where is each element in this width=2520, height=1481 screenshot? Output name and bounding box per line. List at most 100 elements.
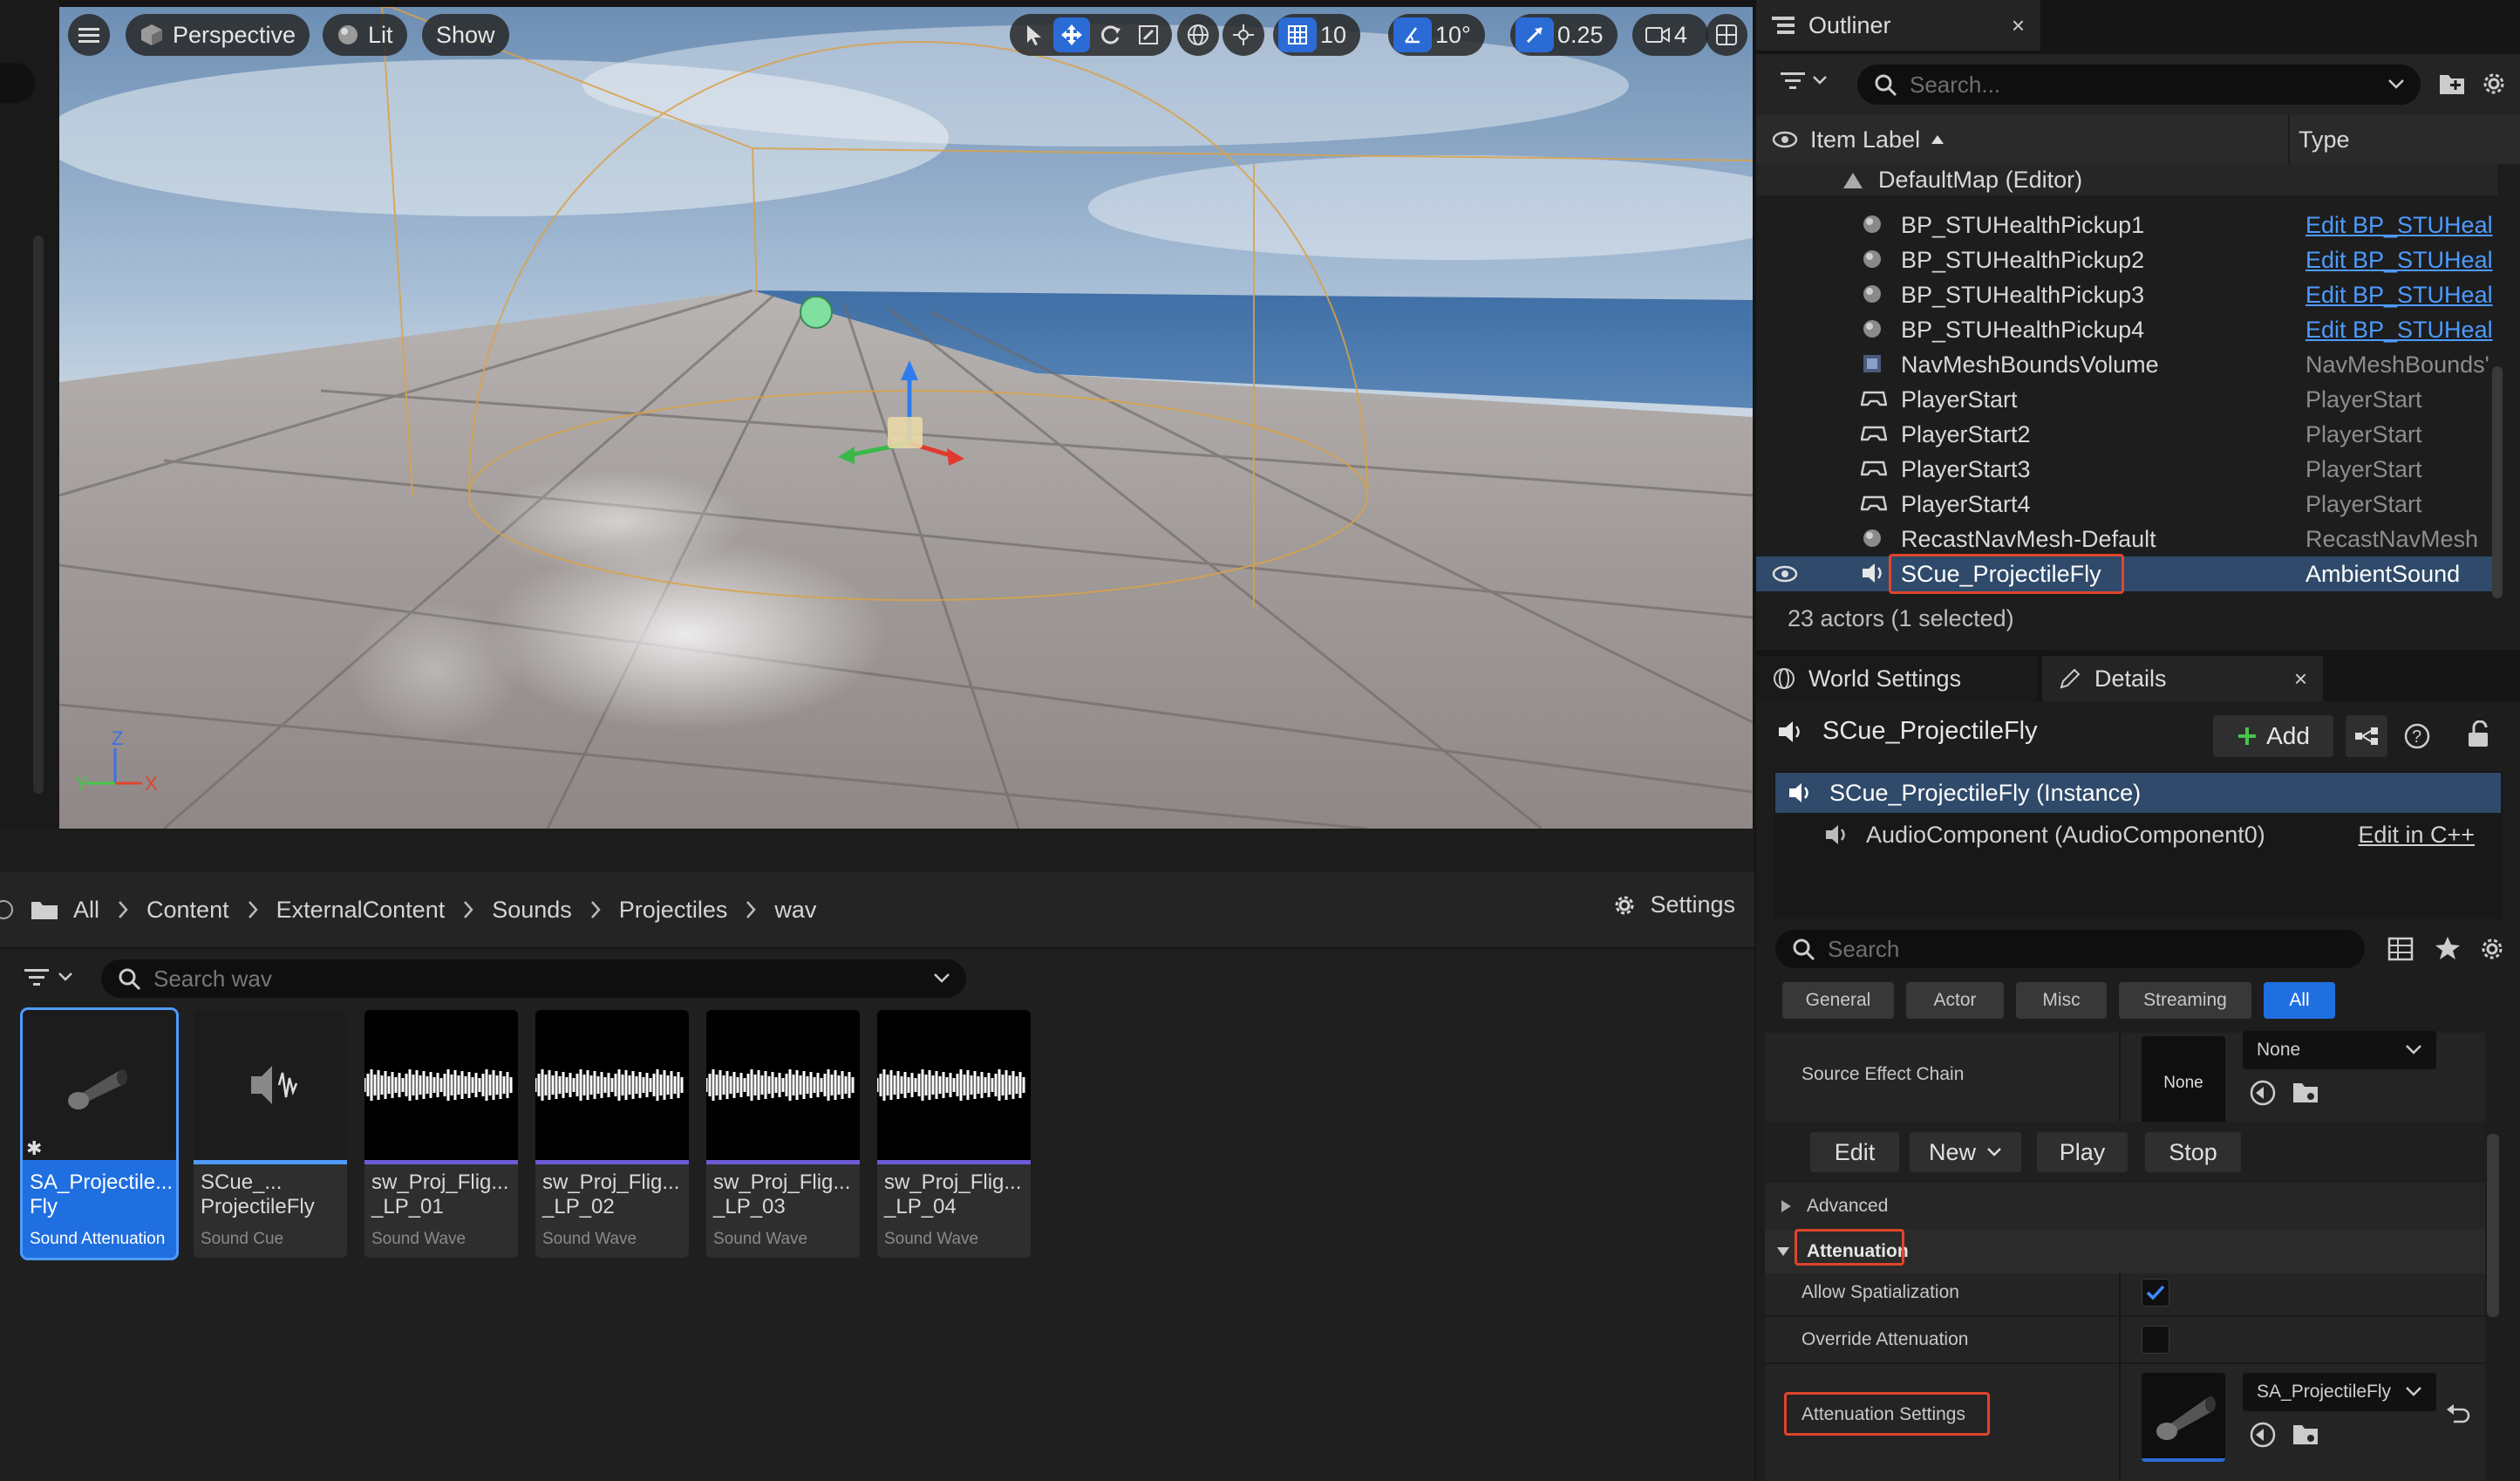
eye-icon[interactable]	[1772, 565, 1798, 583]
asset-tile[interactable]: ✱ SA_Projectile... Fly Sound Attenuation	[20, 1007, 179, 1260]
scale-snap-value[interactable]: 0.25	[1556, 22, 1612, 49]
asset-tile[interactable]: SCue_... ProjectileFly Sound Cue	[194, 1010, 347, 1258]
outliner-root-row[interactable]: DefaultMap (Editor)	[1756, 164, 2497, 195]
breadcrumb-separator-icon[interactable]	[589, 900, 602, 919]
close-icon[interactable]: ×	[2294, 665, 2307, 693]
tab-world-settings[interactable]: World Settings	[1756, 656, 2037, 701]
lock-button[interactable]	[2466, 720, 2492, 748]
collapsed-panel-tab[interactable]	[0, 63, 35, 103]
content-settings-button[interactable]: Settings	[1611, 891, 1735, 918]
attenuation-asset-thumbnail[interactable]	[2142, 1373, 2225, 1462]
grid-snap-toggle[interactable]	[1278, 17, 1317, 52]
allow-spatialization-checkbox[interactable]	[2142, 1279, 2169, 1307]
rotation-snap-toggle[interactable]	[1393, 17, 1432, 52]
category-tab[interactable]: General	[1782, 982, 1894, 1019]
use-selected-button[interactable]	[2248, 1420, 2278, 1450]
details-scrollbar[interactable]	[2487, 1134, 2499, 1317]
asset-tile[interactable]: sw_Proj_Flig... _LP_01 Sound Wave	[364, 1010, 518, 1258]
new-sound-button[interactable]: New	[1910, 1132, 2021, 1172]
edit-sound-button[interactable]: Edit	[1810, 1132, 1899, 1172]
category-tab[interactable]: Actor	[1906, 982, 2004, 1019]
eye-icon[interactable]	[1772, 131, 1798, 148]
breadcrumb-item[interactable]: All	[73, 897, 99, 924]
category-tab[interactable]: Misc	[2016, 982, 2107, 1019]
outliner-item-type[interactable]: Edit BP_STUHeal	[2305, 317, 2497, 344]
override-attenuation-checkbox[interactable]	[2142, 1326, 2169, 1354]
breadcrumb-item[interactable]: wav	[774, 897, 816, 924]
outliner-row[interactable]: PlayerStart3 PlayerStart	[1756, 452, 2497, 487]
use-selected-button[interactable]	[2248, 1078, 2278, 1108]
help-button[interactable]: ?	[2403, 722, 2431, 750]
reset-to-default-button[interactable]	[2445, 1401, 2473, 1427]
blueprint-button[interactable]	[2346, 715, 2387, 757]
grid-snap-control[interactable]: 10	[1273, 14, 1361, 56]
outliner-row[interactable]: PlayerStart4 PlayerStart	[1756, 487, 2497, 522]
outliner-row[interactable]: BP_STUHealthPickup4 Edit BP_STUHeal	[1756, 312, 2497, 347]
grid-snap-value[interactable]: 10	[1318, 22, 1355, 49]
add-folder-button[interactable]	[2438, 72, 2466, 96]
browse-asset-button[interactable]	[2292, 1420, 2321, 1448]
tab-details[interactable]: Details ×	[2042, 656, 2323, 701]
outliner-filter-button[interactable]	[1781, 70, 1828, 91]
breadcrumb-item[interactable]: Sounds	[492, 897, 572, 924]
show-button[interactable]: Show	[422, 14, 509, 56]
outliner-row[interactable]: SCue_ProjectileFly AmbientSound	[1756, 554, 2497, 594]
favorites-button[interactable]	[2435, 935, 2461, 961]
camera-speed-control[interactable]: 4	[1632, 14, 1709, 56]
outliner-row[interactable]: PlayerStart2 PlayerStart	[1756, 417, 2497, 452]
type-header[interactable]: Type	[2299, 126, 2350, 154]
details-search-input[interactable]: Search	[1775, 930, 2365, 968]
outliner-item-type[interactable]: Edit BP_STUHeal	[2305, 282, 2497, 309]
move-tool-button[interactable]	[1053, 17, 1090, 52]
category-tab[interactable]: Streaming	[2119, 982, 2251, 1019]
breadcrumb-item[interactable]: ExternalContent	[276, 897, 446, 924]
browse-asset-button[interactable]	[2292, 1078, 2321, 1106]
outliner-search-input[interactable]: Search...	[1857, 65, 2421, 105]
viewport-layout-button[interactable]	[1706, 14, 1747, 56]
rotate-tool-button[interactable]	[1092, 17, 1128, 52]
table-view-button[interactable]	[2387, 937, 2414, 961]
content-filter-button[interactable]	[24, 966, 73, 987]
outliner-scrollbar[interactable]	[2492, 366, 2503, 598]
level-viewport[interactable]: Z Y X Perspective Lit Show 10 10° 0.25 4	[59, 7, 1753, 829]
surface-snap-button[interactable]	[1223, 14, 1264, 56]
add-component-button[interactable]: Add	[2213, 715, 2333, 757]
outliner-row[interactable]: NavMeshBoundsVolume NavMeshBounds'	[1756, 347, 2497, 382]
viewport-menu-button[interactable]	[68, 14, 110, 56]
lit-button[interactable]: Lit	[323, 14, 407, 56]
left-scrollbar[interactable]	[33, 235, 44, 794]
breadcrumb-separator-icon[interactable]	[247, 900, 259, 919]
outliner-row[interactable]: BP_STUHealthPickup2 Edit BP_STUHeal	[1756, 242, 2497, 277]
breadcrumb-separator-icon[interactable]	[462, 900, 474, 919]
asset-tile[interactable]: sw_Proj_Flig... _LP_03 Sound Wave	[706, 1010, 860, 1258]
folder-icon[interactable]	[30, 898, 59, 921]
outliner-row[interactable]: BP_STUHealthPickup3 Edit BP_STUHeal	[1756, 277, 2497, 312]
asset-tile[interactable]: sw_Proj_Flig... _LP_02 Sound Wave	[535, 1010, 689, 1258]
column-divider[interactable]	[2288, 115, 2290, 164]
outliner-item-type[interactable]: Edit BP_STUHeal	[2305, 247, 2497, 274]
scale-snap-control[interactable]: 0.25	[1510, 14, 1618, 56]
perspective-button[interactable]: Perspective	[126, 14, 310, 56]
outliner-row[interactable]: RecastNavMesh-Default RecastNavMesh	[1756, 522, 2497, 556]
scale-tool-button[interactable]	[1130, 17, 1167, 52]
advanced-category[interactable]: Advanced	[1765, 1183, 2485, 1230]
stop-sound-button[interactable]: Stop	[2145, 1132, 2241, 1172]
close-icon[interactable]: ×	[2012, 12, 2025, 39]
audio-component-row[interactable]: AudioComponent (AudioComponent0) Edit in…	[1775, 815, 2501, 855]
edit-in-cpp-link[interactable]: Edit in C++	[2358, 822, 2475, 849]
attenuation-settings-dropdown[interactable]: SA_ProjectileFly	[2243, 1373, 2436, 1411]
play-sound-button[interactable]: Play	[2037, 1132, 2128, 1172]
instance-row[interactable]: SCue_ProjectileFly (Instance)	[1775, 773, 2501, 813]
world-local-button[interactable]	[1177, 14, 1219, 56]
category-tab[interactable]: All	[2264, 982, 2335, 1019]
rotation-snap-value[interactable]: 10°	[1434, 22, 1480, 49]
source-effect-chain-dropdown[interactable]: None	[2243, 1031, 2436, 1069]
outliner-settings-button[interactable]	[2480, 70, 2508, 98]
details-settings-button[interactable]	[2478, 935, 2506, 963]
select-tool-button[interactable]	[1015, 17, 1052, 52]
content-search-input[interactable]: Search wav	[101, 959, 966, 998]
source-effect-thumbnail[interactable]: None	[2142, 1036, 2225, 1134]
scale-snap-toggle[interactable]	[1515, 17, 1554, 52]
tab-outliner[interactable]: Outliner ×	[1756, 0, 2040, 51]
breadcrumb-item[interactable]: Content	[146, 897, 229, 924]
